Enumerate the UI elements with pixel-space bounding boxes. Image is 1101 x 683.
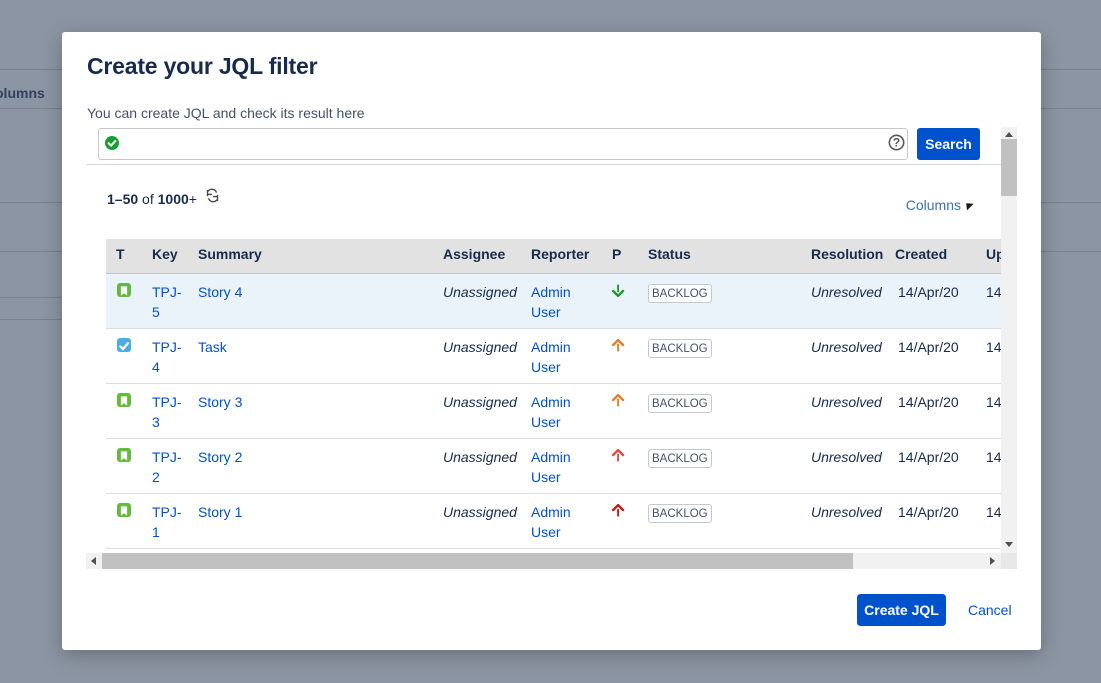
svg-text:?: ? — [893, 136, 900, 150]
